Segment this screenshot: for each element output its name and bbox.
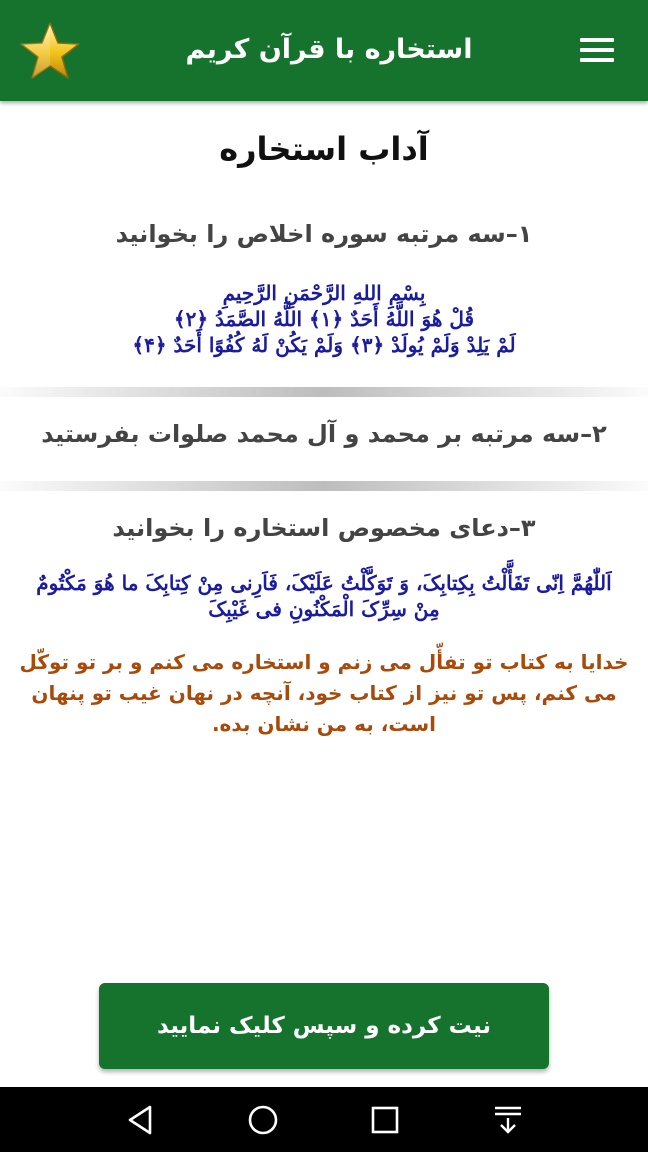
- back-icon[interactable]: [122, 1102, 158, 1138]
- surah-line-2: قُلْ هُوَ اللَّهُ أَحَدٌ ﴿۱﴾ اللَّهُ الص…: [173, 307, 475, 331]
- surah-line-3: لَمْ يَلِدْ وَلَمْ يُولَدْ ﴿۳﴾ وَلَمْ يَ…: [132, 333, 516, 357]
- app-title: استخاره با قرآن کریم: [185, 34, 473, 65]
- recents-icon[interactable]: [367, 1102, 403, 1138]
- notifications-icon[interactable]: [490, 1102, 526, 1138]
- divider: [0, 481, 648, 491]
- step1-label: ۱–سه مرتبه سوره اخلاص را بخوانید: [115, 220, 533, 248]
- page-title: آداب استخاره: [219, 130, 429, 168]
- hamburger-menu-icon[interactable]: [576, 34, 620, 68]
- step2-label: ۲–سه مرتبه بر محمد و آل محمد صلوات بفرست…: [41, 420, 607, 448]
- home-icon[interactable]: [245, 1102, 281, 1138]
- divider: [0, 387, 648, 397]
- system-navigation-bar: [0, 1087, 648, 1152]
- surah-ikhlas-text: بِسْمِ اللهِ الرَّحْمَنِ الرَّحِیمِ قُلْ…: [22, 280, 626, 358]
- app-screen: استخاره با قرآن کریم آداب استخاره ۱–سه م…: [0, 0, 648, 1152]
- intention-click-button[interactable]: نیت کرده و سپس کلیک نمایید: [99, 983, 549, 1069]
- app-header: استخاره با قرآن کریم: [0, 0, 648, 101]
- surah-line-1: بِسْمِ اللهِ الرَّحْمَنِ الرَّحِیمِ: [222, 281, 426, 305]
- star-icon[interactable]: [18, 20, 82, 82]
- dua-translation: خدایا به کتاب تو تفأّل می زنم و استخاره …: [19, 650, 629, 736]
- istikhara-dua-text: اَللّٰهُمَّ اِنّی تَفَأَّلْتُ بِکِتابِکَ…: [36, 571, 612, 621]
- step3-label: ۳–دعای مخصوص استخاره را بخوانید: [112, 514, 536, 542]
